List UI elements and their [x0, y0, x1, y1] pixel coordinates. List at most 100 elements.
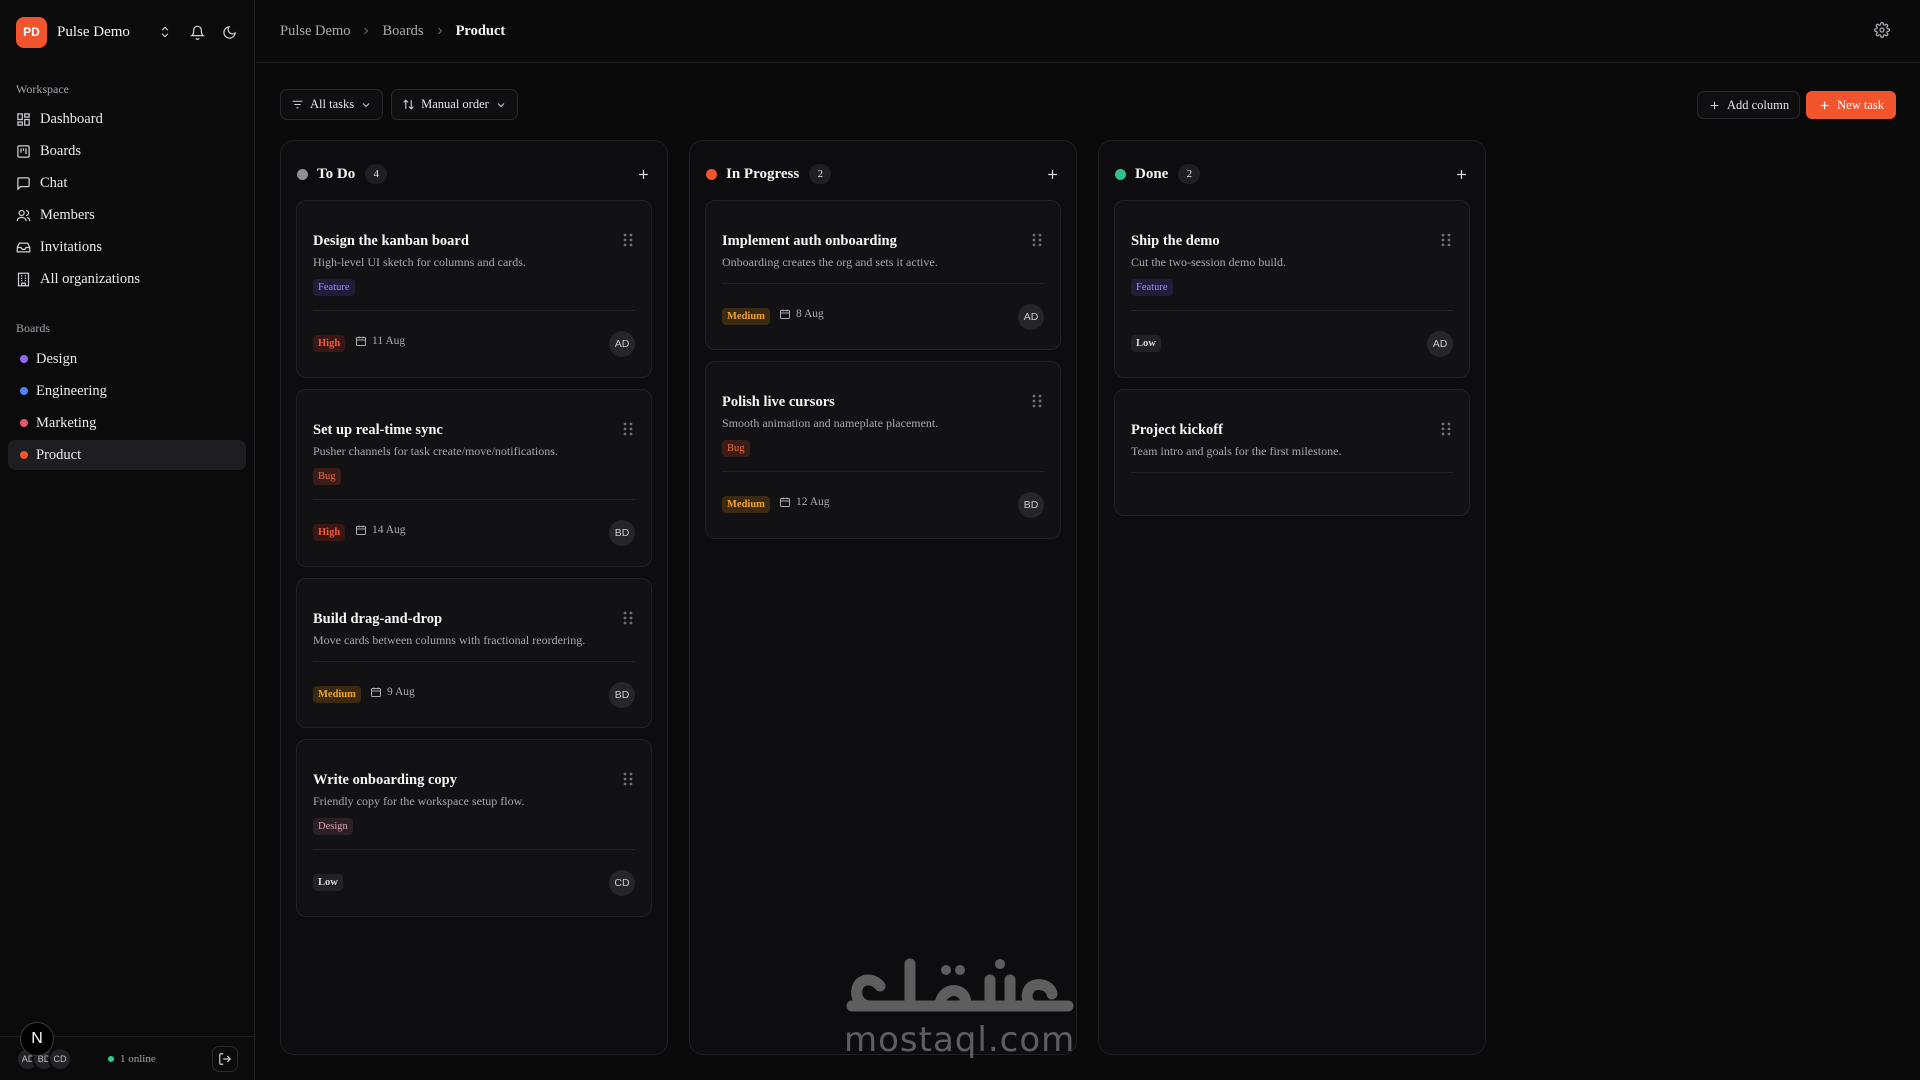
sidebar-board-product[interactable]: Product: [8, 440, 246, 470]
due-date-text: 9 Aug: [387, 686, 415, 698]
add-column-button[interactable]: Add column: [1696, 91, 1801, 119]
task-card[interactable]: Ship the demo Cut the two-session demo bu…: [1114, 200, 1470, 378]
task-card[interactable]: Set up real-time sync Pusher channels for…: [296, 389, 652, 567]
board-toolbar: All tasks Manual order Add column New ta…: [280, 89, 1896, 120]
assignee-avatar[interactable]: BD: [1018, 492, 1044, 518]
new-task-button[interactable]: New task: [1806, 91, 1896, 119]
assignee-avatar[interactable]: BD: [609, 520, 635, 546]
sidebar-item-label: All organizations: [40, 270, 141, 287]
task-label-tag: Bug: [722, 440, 750, 457]
drag-handle-icon[interactable]: [623, 772, 633, 786]
card-divider: [1131, 310, 1453, 311]
calendar-icon: [370, 686, 382, 698]
assignee-avatar[interactable]: AD: [1427, 331, 1453, 357]
task-card[interactable]: Design the kanban board High-level UI ske…: [296, 200, 652, 378]
priority-badge: High: [313, 335, 346, 352]
column-status-dot: [1115, 168, 1126, 180]
drag-handle-icon[interactable]: [623, 422, 633, 436]
moon-icon[interactable]: [220, 23, 238, 41]
task-card[interactable]: Write onboarding copy Friendly copy for t…: [296, 739, 652, 917]
sidebar-board-engineering[interactable]: Engineering: [8, 376, 246, 406]
sort-dropdown[interactable]: Manual order: [391, 89, 518, 120]
org-switcher[interactable]: PD Pulse Demo: [16, 16, 242, 48]
plus-icon: [1708, 99, 1721, 112]
card-divider: [1131, 472, 1453, 473]
task-description: Pusher channels for task create/move/not…: [313, 444, 558, 458]
task-card[interactable]: Polish live cursors Smooth animation and …: [705, 361, 1061, 539]
task-card[interactable]: Build drag-and-drop Move cards between co…: [296, 578, 652, 728]
sidebar-board-marketing[interactable]: Marketing: [8, 408, 246, 438]
calendar-icon: [779, 308, 791, 320]
task-label-tag: Feature: [313, 279, 355, 296]
task-label-tag: Feature: [1131, 279, 1173, 296]
sidebar-item-chat[interactable]: Chat: [8, 168, 246, 198]
drag-handle-icon[interactable]: [623, 233, 633, 247]
chevron-down-icon: [360, 99, 372, 111]
column-header: In Progress 2: [706, 163, 1060, 185]
sidebar-board-label: Design: [36, 350, 78, 367]
drag-handle-icon[interactable]: [1032, 233, 1042, 247]
card-divider: [313, 499, 635, 500]
sidebar-item-boards[interactable]: Boards: [8, 136, 246, 166]
chat-icon: [16, 175, 32, 191]
drag-handle-icon[interactable]: [623, 611, 633, 625]
column-title: In Progress: [726, 165, 800, 182]
breadcrumb-current: Product: [455, 22, 506, 39]
dev-indicator-badge[interactable]: N: [20, 1022, 54, 1056]
card-divider: [722, 471, 1044, 472]
sidebar-item-label: Chat: [40, 174, 68, 191]
online-dot: [108, 1055, 114, 1062]
column-header: To Do 4: [297, 163, 651, 185]
priority-badge: Medium: [722, 496, 770, 513]
members-icon: [16, 207, 32, 223]
logout-button[interactable]: [212, 1045, 238, 1072]
sidebar-item-invitations[interactable]: Invitations: [8, 232, 246, 262]
task-title: Implement auth onboarding: [722, 233, 897, 249]
sidebar-item-all-organizations[interactable]: All organizations: [8, 264, 246, 294]
task-card[interactable]: Project kickoff Team intro and goals for …: [1114, 389, 1470, 516]
task-title: Write onboarding copy: [313, 772, 457, 788]
assignee-avatar[interactable]: AD: [1018, 304, 1044, 330]
priority-badge: Medium: [313, 686, 361, 703]
task-title: Ship the demo: [1131, 233, 1220, 249]
task-description: Move cards between columns with fraction…: [313, 633, 586, 647]
board-color-dot: [20, 419, 28, 427]
sidebar-board-design[interactable]: Design: [8, 344, 246, 374]
breadcrumb-boards[interactable]: Boards: [382, 23, 423, 40]
calendar-icon: [779, 496, 791, 508]
due-date-text: 11 Aug: [372, 335, 406, 347]
card-divider: [313, 849, 635, 850]
priority-badge: Low: [1131, 335, 1161, 352]
due-date: 11 Aug: [355, 335, 405, 347]
priority-badge: High: [313, 524, 346, 541]
sort-arrows-icon: [402, 98, 415, 111]
settings-gear-icon[interactable]: [1874, 22, 1890, 38]
add-task-plus-icon[interactable]: [1454, 167, 1469, 182]
drag-handle-icon[interactable]: [1032, 394, 1042, 408]
dashboard-icon: [16, 111, 32, 127]
column-status-dot: [706, 168, 717, 180]
online-status: 1 online: [108, 1053, 156, 1065]
drag-handle-icon[interactable]: [1441, 422, 1451, 436]
due-date: 14 Aug: [355, 524, 406, 536]
column-title: To Do: [317, 165, 356, 182]
add-task-plus-icon[interactable]: [1045, 167, 1060, 182]
breadcrumb-org[interactable]: Pulse Demo: [280, 23, 350, 40]
column-title: Done: [1135, 165, 1169, 182]
sidebar-item-members[interactable]: Members: [8, 200, 246, 230]
task-title: Project kickoff: [1131, 422, 1223, 438]
filter-dropdown[interactable]: All tasks: [280, 89, 384, 120]
sidebar-item-label: Boards: [40, 142, 82, 159]
sidebar-item-label: Dashboard: [40, 110, 103, 127]
chevrons-up-down-icon[interactable]: [156, 23, 174, 41]
assignee-avatar[interactable]: CD: [609, 870, 635, 896]
assignee-avatar[interactable]: BD: [609, 682, 635, 708]
task-card[interactable]: Implement auth onboarding Onboarding crea…: [705, 200, 1061, 350]
sidebar-item-dashboard[interactable]: Dashboard: [8, 104, 246, 134]
drag-handle-icon[interactable]: [1441, 233, 1451, 247]
bell-icon[interactable]: [188, 23, 206, 41]
add-task-plus-icon[interactable]: [636, 167, 651, 182]
assignee-avatar[interactable]: AD: [609, 331, 635, 357]
online-count: 1 online: [120, 1052, 156, 1065]
due-date-text: 14 Aug: [372, 524, 406, 536]
